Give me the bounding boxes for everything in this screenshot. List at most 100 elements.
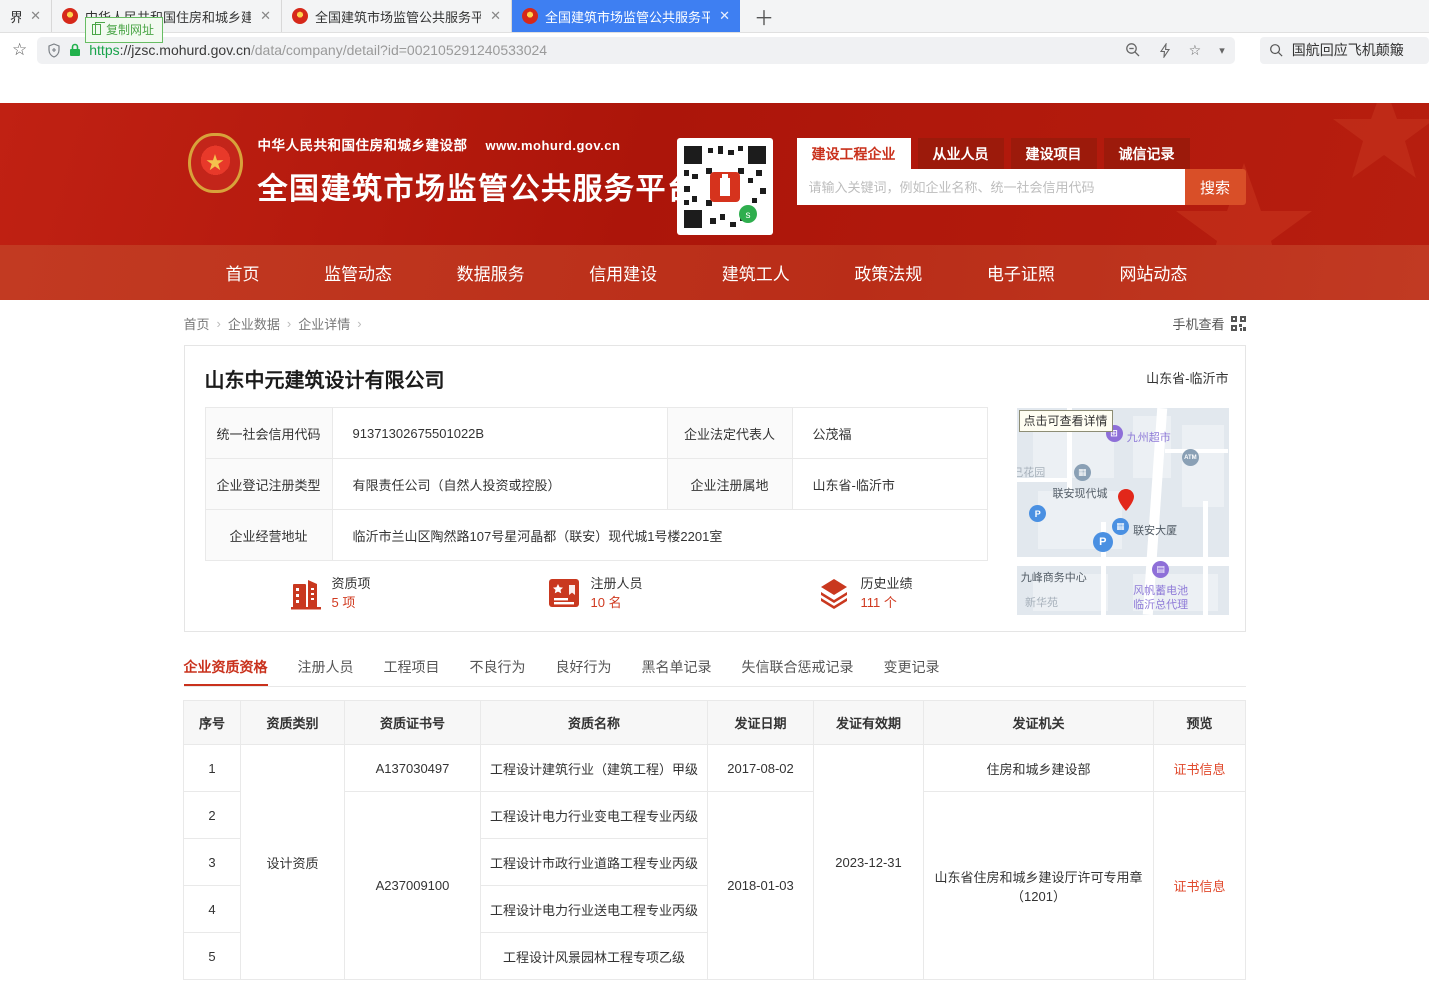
gov-favicon-icon	[522, 8, 538, 24]
field-label: 企业法定代表人	[667, 408, 792, 459]
tab-close-icon[interactable]: ✕	[490, 8, 501, 24]
stat-label: 资质项	[332, 576, 371, 591]
tab-bad-behavior[interactable]: 不良行为	[470, 657, 526, 686]
tab-qualifications[interactable]: 企业资质资格	[184, 657, 268, 686]
search-tab-project[interactable]: 建设项目	[1011, 138, 1097, 169]
stat-historical-performance[interactable]: 历史业绩 111 个	[817, 574, 913, 612]
flash-save-icon[interactable]	[1159, 43, 1171, 58]
map-label-supermarket: 九州超市	[1127, 429, 1171, 445]
field-label: 企业登记注册类型	[205, 459, 332, 510]
col-header-issue-date: 发证日期	[708, 701, 814, 745]
cert-no-cell: A237009100	[345, 792, 481, 980]
browser-tab-active[interactable]: 全国建筑市场监管公共服务平台 ✕	[512, 0, 740, 32]
col-header-no: 序号	[184, 701, 241, 745]
breadcrumb-home[interactable]: 首页	[184, 314, 210, 333]
keyword-search-input[interactable]	[797, 169, 1185, 205]
cert-no-cell: A137030497	[345, 745, 481, 792]
national-emblem-logo: ★	[188, 133, 243, 193]
map-label-garden: 己花园	[1017, 464, 1046, 480]
authority-cell: 山东省住房和城乡建设厅许可专用章 （1201）	[924, 792, 1154, 980]
omnibox[interactable]: https://jzsc.mohurd.gov.cn/data/company/…	[37, 37, 1234, 64]
search-tab-credit[interactable]: 诚信记录	[1104, 138, 1190, 169]
row-no: 2	[184, 792, 241, 839]
col-header-name: 资质名称	[481, 701, 708, 745]
stat-label: 历史业绩	[861, 576, 913, 591]
nav-item-credit[interactable]: 信用建设	[589, 260, 657, 285]
tab-close-icon[interactable]: ✕	[260, 8, 271, 24]
field-label: 企业注册属地	[667, 459, 792, 510]
qr-code-image: s	[682, 144, 768, 230]
mobile-view-label[interactable]: 手机查看	[1172, 314, 1224, 333]
preview-cell: 证书信息	[1154, 792, 1246, 980]
browser-tab-0[interactable]: 界 ✕	[0, 0, 52, 32]
stat-qualifications[interactable]: 资质项 5 项	[290, 574, 371, 612]
stat-registered-personnel[interactable]: 注册人员 10 名	[547, 574, 643, 612]
bookmark-star-icon[interactable]: ☆	[12, 40, 27, 60]
svg-text:s: s	[745, 210, 750, 221]
favorite-star-icon[interactable]: ☆	[1189, 42, 1202, 59]
col-header-preview: 预览	[1154, 701, 1246, 745]
certificate-info-link[interactable]: 证书信息	[1173, 879, 1225, 894]
copy-url-label: 复制网址	[106, 21, 154, 38]
tab-projects[interactable]: 工程项目	[384, 657, 440, 686]
copy-url-tooltip[interactable]: 复制网址	[85, 17, 163, 43]
ministry-name: 中华人民共和国住房和城乡建设部	[258, 138, 468, 153]
company-card: 山东中元建筑设计有限公司 山东省-临沂市 统一社会信用代码 9137130267…	[184, 345, 1246, 632]
map-label-business-center: 九峰商务中心	[1021, 569, 1087, 585]
search-button[interactable]: 搜索	[1185, 169, 1246, 205]
zoom-out-icon[interactable]	[1125, 42, 1141, 58]
certificate-info-link[interactable]: 证书信息	[1173, 762, 1225, 777]
search-tab-enterprise[interactable]: 建设工程企业	[797, 138, 911, 169]
tab-registered-personnel[interactable]: 注册人员	[298, 657, 354, 686]
field-label: 企业经营地址	[205, 510, 332, 561]
ministry-website: www.mohurd.gov.cn	[486, 138, 621, 153]
gov-favicon-icon	[292, 8, 308, 24]
tab-close-icon[interactable]: ✕	[30, 8, 41, 24]
main-nav: 首页 监管动态 数据服务 信用建设 建筑工人 政策法规 电子证照 网站动态	[0, 245, 1429, 300]
site-title-block: 中华人民共和国住房和城乡建设部www.mohurd.gov.cn 全国建筑市场监…	[258, 134, 699, 208]
breadcrumb-company-data[interactable]: 企业数据	[228, 314, 280, 333]
breadcrumb-company-detail[interactable]: 企业详情	[298, 314, 350, 333]
company-name: 山东中元建筑设计有限公司	[205, 364, 445, 393]
tab-dishonesty[interactable]: 失信联合惩戒记录	[742, 657, 854, 686]
table-row: 1 设计资质 A137030497 工程设计建筑行业（建筑工程）甲级 2017-…	[184, 745, 1246, 792]
parking-icon: P	[1093, 532, 1113, 552]
col-header-authority: 发证机关	[924, 701, 1154, 745]
new-tab-button[interactable]: ＋	[740, 0, 788, 32]
mobile-qr-icon[interactable]	[1231, 316, 1246, 331]
table-row: 企业登记注册类型 有限责任公司（自然人投资或控股） 企业注册属地 山东省-临沂市	[205, 459, 987, 510]
quick-search-box[interactable]: 国航回应飞机颠簸	[1260, 37, 1429, 64]
nav-item-e-cert[interactable]: 电子证照	[987, 260, 1055, 285]
table-row: 统一社会信用代码 91371302675501022B 企业法定代表人 公茂福	[205, 408, 987, 459]
site-header: ★ 中华人民共和国住房和城乡建设部www.mohurd.gov.cn 全国建筑市…	[0, 103, 1429, 245]
nav-item-site-news[interactable]: 网站动态	[1119, 260, 1187, 285]
copy-icon	[92, 24, 101, 35]
tab-close-icon[interactable]: ✕	[719, 8, 730, 24]
chevron-down-icon[interactable]: ▾	[1219, 44, 1225, 57]
nav-item-home[interactable]: 首页	[226, 260, 260, 285]
authority-line2: （1201）	[930, 886, 1147, 905]
tab-title: 界	[10, 7, 21, 26]
nav-item-policy[interactable]: 政策法规	[854, 260, 922, 285]
col-header-cert-no: 资质证书号	[345, 701, 481, 745]
shield-icon[interactable]	[47, 43, 61, 58]
tab-blacklist[interactable]: 黑名单记录	[642, 657, 712, 686]
nav-item-workers[interactable]: 建筑工人	[722, 260, 790, 285]
nav-item-data-service[interactable]: 数据服务	[457, 260, 525, 285]
table-row: 企业经营地址 临沂市兰山区陶然路107号星河晶都（联安）现代城1号楼2201室	[205, 510, 987, 561]
qual-name-cell: 工程设计市政行业道路工程专业丙级	[481, 839, 708, 886]
search-tab-personnel[interactable]: 从业人员	[918, 138, 1004, 169]
tab-change-records[interactable]: 变更记录	[884, 657, 940, 686]
credit-code-value: 91371302675501022B	[332, 408, 667, 459]
url-path: /data/company/detail?id=0021052912405330…	[251, 42, 547, 58]
qual-name-cell: 工程设计电力行业变电工程专业丙级	[481, 792, 708, 839]
issue-date-cell: 2018-01-03	[708, 792, 814, 980]
location-map[interactable]: 点击可查看详情 ⊞ 九州超市 ATM 己花园 ▦ 联安现代城 ▦ 联安大厦 P …	[1017, 408, 1229, 615]
browser-tab-2[interactable]: 全国建筑市场监管公共服务平台 ✕	[282, 0, 512, 32]
nav-item-supervision[interactable]: 监管动态	[324, 260, 392, 285]
tab-good-behavior[interactable]: 良好行为	[556, 657, 612, 686]
row-no: 4	[184, 886, 241, 933]
qr-code-card: s	[677, 138, 773, 235]
tab-title: 全国建筑市场监管公共服务平台	[315, 7, 481, 26]
col-header-validity: 发证有效期	[814, 701, 924, 745]
